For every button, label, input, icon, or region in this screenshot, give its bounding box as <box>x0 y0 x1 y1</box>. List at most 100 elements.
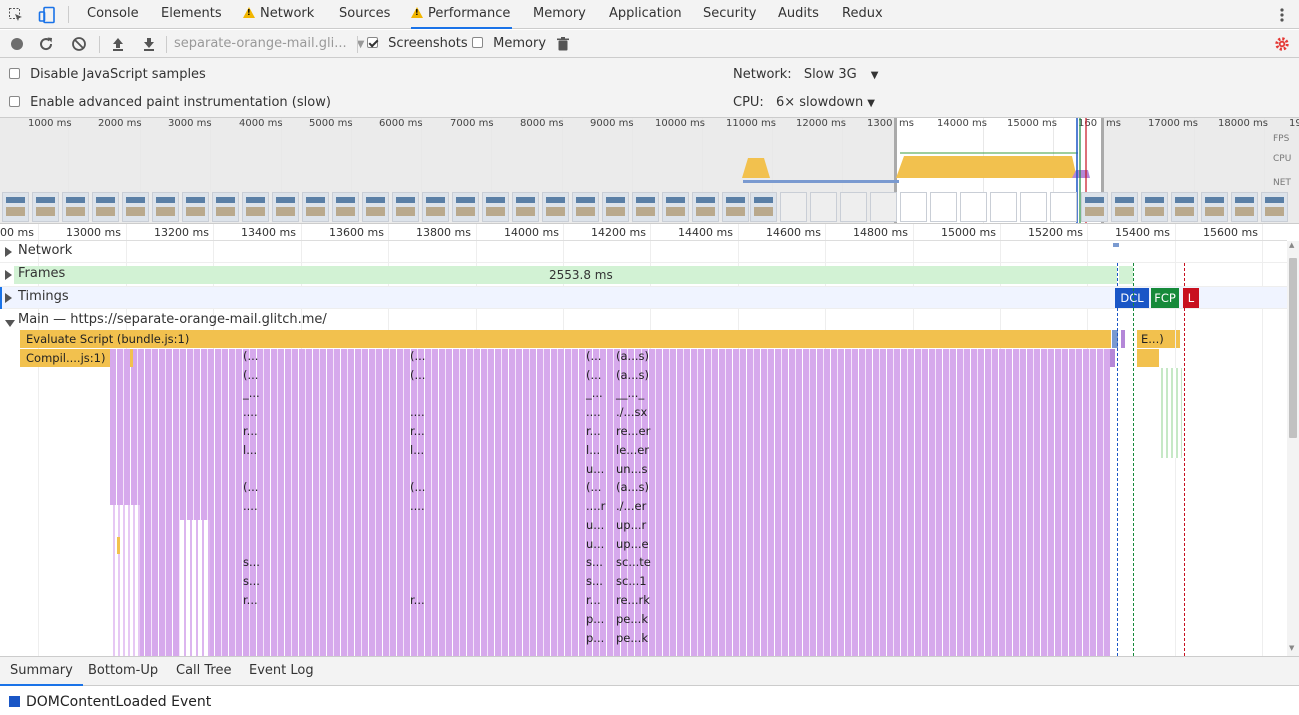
main-thread-header[interactable]: Main — https://separate-orange-mail.glit… <box>0 310 1287 330</box>
tab-redux[interactable]: Redux <box>842 0 883 29</box>
flame-label[interactable]: (... <box>243 480 258 494</box>
flame-label[interactable]: r... <box>243 424 258 438</box>
screenshot-thumbnail[interactable] <box>662 192 689 222</box>
timings-track[interactable]: Timings DCL FCP L <box>0 287 1287 309</box>
screenshot-thumbnail[interactable] <box>152 192 179 222</box>
flame-label[interactable]: ./...sx <box>616 405 647 419</box>
network-track[interactable]: Network <box>0 241 1287 263</box>
tab-console[interactable]: Console <box>87 0 139 29</box>
flame-label[interactable]: ....r <box>586 499 605 513</box>
flame-label[interactable]: s... <box>243 555 260 569</box>
compile-script-event[interactable]: Compil....js:1) <box>20 349 111 367</box>
flame-label[interactable]: sc...1 <box>616 574 647 588</box>
flame-label[interactable]: u... <box>586 518 604 532</box>
network-request-bar[interactable] <box>1113 243 1119 247</box>
flame-label[interactable]: (... <box>243 368 258 382</box>
screenshot-thumbnail[interactable] <box>1081 192 1108 222</box>
flame-event[interactable] <box>1110 349 1115 367</box>
tab-call-tree[interactable]: Call Tree <box>176 657 232 686</box>
scrollbar-thumb[interactable] <box>1289 258 1297 438</box>
flame-label[interactable]: (... <box>586 349 601 363</box>
tab-network[interactable]: Network <box>243 0 314 29</box>
screenshot-thumbnail[interactable] <box>722 192 749 222</box>
flame-label[interactable]: (... <box>586 368 601 382</box>
screenshot-thumbnail[interactable] <box>1231 192 1258 222</box>
flame-event[interactable] <box>1121 330 1125 348</box>
flame-label[interactable]: (... <box>410 349 425 363</box>
checkbox-unchecked-icon[interactable] <box>9 96 20 107</box>
screenshot-thumbnail[interactable] <box>362 192 389 222</box>
flame-label[interactable]: .... <box>243 405 258 419</box>
flame-label[interactable]: .... <box>410 405 425 419</box>
flame-label[interactable]: l... <box>586 443 600 457</box>
disable-js-samples-checkbox[interactable]: Disable JavaScript samples <box>9 67 206 82</box>
scroll-up-arrow-icon[interactable]: ▲ <box>1289 241 1294 249</box>
flame-label[interactable]: ./...er <box>616 499 646 513</box>
screenshot-thumbnail[interactable] <box>62 192 89 222</box>
screenshot-thumbnail[interactable] <box>542 192 569 222</box>
flame-label[interactable]: up...e <box>616 537 649 551</box>
flame-label[interactable]: s... <box>586 574 603 588</box>
memory-checkbox[interactable]: Memory <box>472 36 546 51</box>
screenshot-thumbnail[interactable] <box>332 192 359 222</box>
garbage-collect-icon[interactable] <box>555 36 571 52</box>
flame-label[interactable]: (... <box>410 368 425 382</box>
flame-label[interactable]: l... <box>410 443 424 457</box>
advanced-paint-checkbox[interactable]: Enable advanced paint instrumentation (s… <box>9 95 331 110</box>
flame-label[interactable]: p... <box>586 631 604 645</box>
tab-audits[interactable]: Audits <box>778 0 819 29</box>
flame-label[interactable]: pe...k <box>616 612 648 626</box>
tab-bottom-up[interactable]: Bottom-Up <box>88 657 158 686</box>
flame-label[interactable]: (a...s) <box>616 480 649 494</box>
screenshot-thumbnail[interactable] <box>1141 192 1168 222</box>
flame-label[interactable]: _... <box>586 386 603 400</box>
flame-event[interactable] <box>1176 330 1180 348</box>
screenshot-thumbnail[interactable] <box>900 192 927 222</box>
screenshot-thumbnail[interactable] <box>840 192 867 222</box>
tab-event-log[interactable]: Event Log <box>249 657 314 686</box>
screenshot-thumbnail[interactable] <box>2 192 29 222</box>
collapse-arrow-icon[interactable] <box>5 316 15 331</box>
timeline-overview[interactable]: 1000 ms 2000 ms 3000 ms 4000 ms 5000 ms … <box>0 118 1299 224</box>
flame-label[interactable]: __..._ <box>616 386 644 400</box>
tab-sources[interactable]: Sources <box>339 0 390 29</box>
screenshot-thumbnail[interactable] <box>212 192 239 222</box>
screenshot-thumbnail[interactable] <box>780 192 807 222</box>
screenshot-thumbnail[interactable] <box>422 192 449 222</box>
flame-event[interactable] <box>117 537 120 554</box>
flame-label[interactable]: .... <box>586 405 601 419</box>
dcl-marker[interactable]: DCL <box>1115 288 1149 308</box>
flame-event[interactable] <box>130 349 133 367</box>
checkbox-checked-icon[interactable] <box>367 37 378 48</box>
frames-track[interactable]: Frames Frames 2553.8 ms <box>0 263 1287 287</box>
checkbox-unchecked-icon[interactable] <box>472 37 483 48</box>
load-marker[interactable]: L <box>1183 288 1199 308</box>
screenshot-thumbnail[interactable] <box>692 192 719 222</box>
flame-label[interactable]: re...rk <box>616 593 650 607</box>
screenshot-thumbnail[interactable] <box>1171 192 1198 222</box>
screenshot-thumbnail[interactable] <box>32 192 59 222</box>
flame-label[interactable]: (... <box>410 480 425 494</box>
screenshot-thumbnail[interactable] <box>632 192 659 222</box>
flame-label[interactable]: (a...s) <box>616 368 649 382</box>
tab-elements[interactable]: Elements <box>161 0 222 29</box>
evaluate-script-event[interactable]: Evaluate Script (bundle.js:1) <box>20 330 1111 348</box>
flame-label[interactable]: s... <box>243 574 260 588</box>
capture-settings-gear-icon[interactable] <box>1274 36 1290 52</box>
screenshot-thumbnail[interactable] <box>122 192 149 222</box>
flame-label[interactable]: r... <box>243 593 258 607</box>
screenshot-thumbnail[interactable] <box>242 192 269 222</box>
screenshot-thumbnail[interactable] <box>1201 192 1228 222</box>
flame-label[interactable]: s... <box>586 555 603 569</box>
flame-label[interactable]: .... <box>410 499 425 513</box>
screenshot-thumbnail[interactable] <box>482 192 509 222</box>
screenshot-thumbnail[interactable] <box>930 192 957 222</box>
scroll-down-arrow-icon[interactable]: ▼ <box>1289 644 1294 652</box>
tab-application[interactable]: Application <box>609 0 682 29</box>
screenshot-thumbnail[interactable] <box>750 192 777 222</box>
expand-arrow-icon[interactable] <box>5 269 12 284</box>
screenshot-thumbnail[interactable] <box>602 192 629 222</box>
tab-summary[interactable]: Summary <box>0 657 83 686</box>
flame-label[interactable]: up...r <box>616 518 646 532</box>
screenshot-thumbnail[interactable] <box>302 192 329 222</box>
